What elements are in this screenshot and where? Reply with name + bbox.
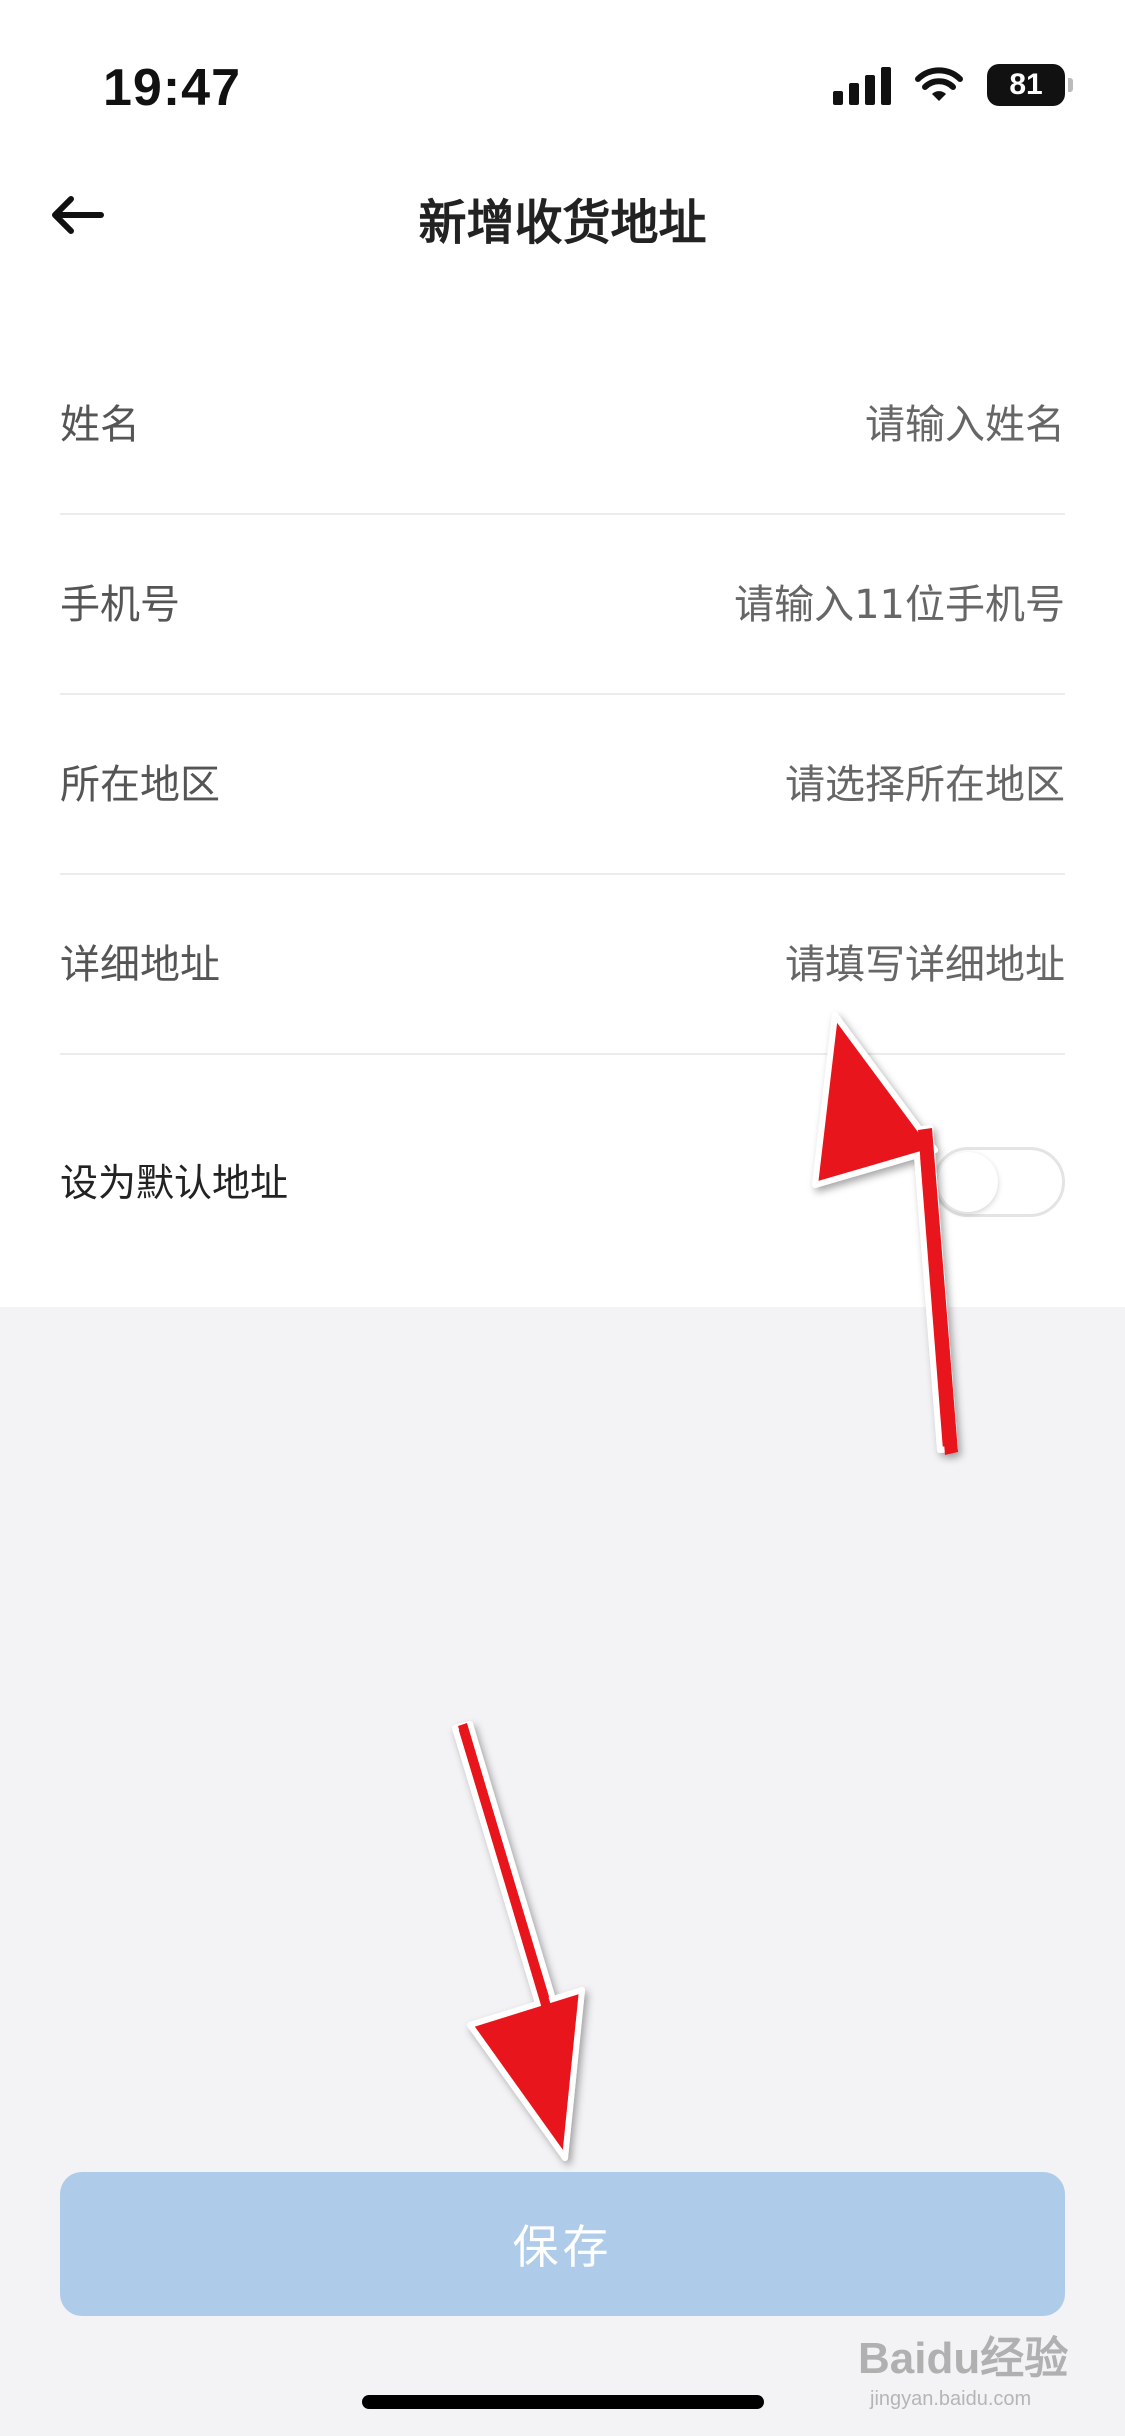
down-arrow-icon [452,1721,585,2161]
status-time: 19:47 [103,59,241,117]
name-label: 姓名 [60,402,140,448]
region-row[interactable]: 所在地区 [60,695,1065,875]
name-row: 姓名 [60,335,1065,515]
default-address-label: 设为默认地址 [60,1161,289,1205]
baidu-watermark: Baidu经验 [858,2334,1069,2383]
address-row: 详细地址 [60,875,1065,1055]
name-input[interactable] [505,395,1065,455]
home-indicator [362,2395,764,2409]
region-label: 所在地区 [60,762,220,808]
phone-label: 手机号 [60,582,180,628]
save-button[interactable]: 保存 [60,2172,1065,2316]
region-select[interactable] [505,755,1065,815]
default-address-toggle[interactable] [933,1147,1065,1217]
page-title: 新增收货地址 [418,195,707,251]
toggle-knob [938,1152,998,1212]
address-label: 详细地址 [60,942,220,988]
status-icons: 81 [833,64,1073,106]
address-input[interactable] [505,935,1065,995]
battery-icon: 81 [987,64,1073,106]
phone-input[interactable] [505,575,1065,635]
battery-level: 81 [1009,68,1043,101]
baidu-watermark-url: jingyan.baidu.com [870,2388,1032,2410]
phone-row: 手机号 [60,515,1065,695]
signal-icon [833,65,891,105]
wifi-icon [915,67,963,101]
